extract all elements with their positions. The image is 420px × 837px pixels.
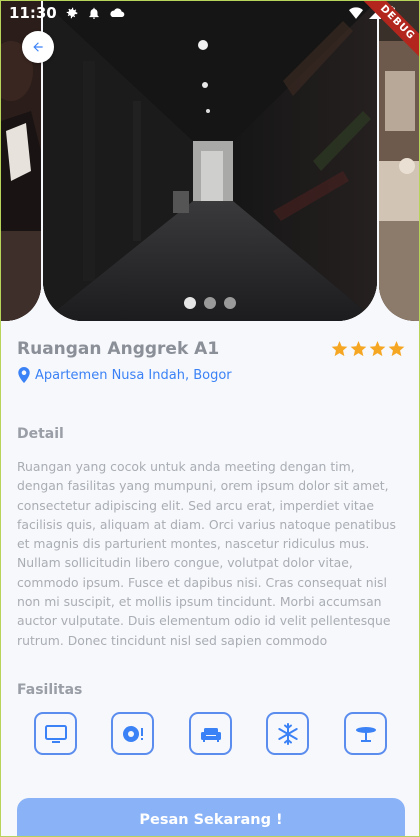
carousel-dot-3[interactable] bbox=[224, 297, 236, 309]
location-text: Apartemen Nusa Indah, Bogor bbox=[35, 367, 232, 383]
location-row[interactable]: Apartemen Nusa Indah, Bogor bbox=[17, 367, 405, 383]
detail-description: Ruangan yang cocok untuk anda meeting de… bbox=[17, 459, 396, 648]
image-carousel[interactable] bbox=[1, 1, 419, 321]
star-icon bbox=[350, 341, 367, 357]
corridor-photo-image bbox=[43, 1, 377, 321]
arrow-back-icon bbox=[33, 42, 43, 52]
wifi-icon bbox=[349, 7, 363, 19]
back-button[interactable] bbox=[22, 31, 54, 63]
speaker-icon bbox=[122, 725, 143, 742]
tv-icon bbox=[44, 724, 67, 743]
notification-bell-icon bbox=[89, 7, 99, 19]
carousel-dot-1[interactable] bbox=[184, 297, 196, 309]
carousel-dot-2[interactable] bbox=[204, 297, 216, 309]
facilities-list bbox=[34, 712, 387, 756]
facility-table[interactable] bbox=[344, 712, 387, 755]
star-icon bbox=[331, 341, 348, 357]
facility-ac[interactable] bbox=[266, 712, 309, 755]
book-now-button[interactable]: Pesan Sekarang ! bbox=[17, 798, 405, 836]
rating-stars bbox=[331, 341, 405, 357]
detail-heading: Detail bbox=[17, 426, 64, 442]
facility-speaker[interactable] bbox=[111, 712, 154, 755]
settings-gear-icon bbox=[66, 7, 77, 19]
facilities-heading: Fasilitas bbox=[17, 682, 83, 698]
carousel-slide-current[interactable] bbox=[43, 1, 377, 321]
status-bar: 11:30 bbox=[1, 1, 419, 25]
table-icon bbox=[355, 726, 376, 742]
star-icon bbox=[388, 341, 405, 357]
star-icon bbox=[369, 341, 386, 357]
cloud-icon bbox=[110, 8, 125, 17]
facility-sofa[interactable] bbox=[189, 712, 232, 755]
status-time: 11:30 bbox=[9, 4, 57, 22]
room-title: Ruangan Anggrek A1 bbox=[17, 339, 220, 359]
room-detail-screen: 11:30 DEBUG Ruangan Anggrek A1 Apartemen… bbox=[0, 0, 420, 837]
ac-snowflake-icon bbox=[277, 722, 298, 745]
facility-tv[interactable] bbox=[34, 712, 77, 755]
carousel-indicator bbox=[1, 297, 419, 309]
sofa-icon bbox=[200, 727, 221, 742]
location-pin-icon bbox=[18, 367, 30, 383]
room-header: Ruangan Anggrek A1 Apartemen Nusa Indah,… bbox=[17, 339, 405, 383]
